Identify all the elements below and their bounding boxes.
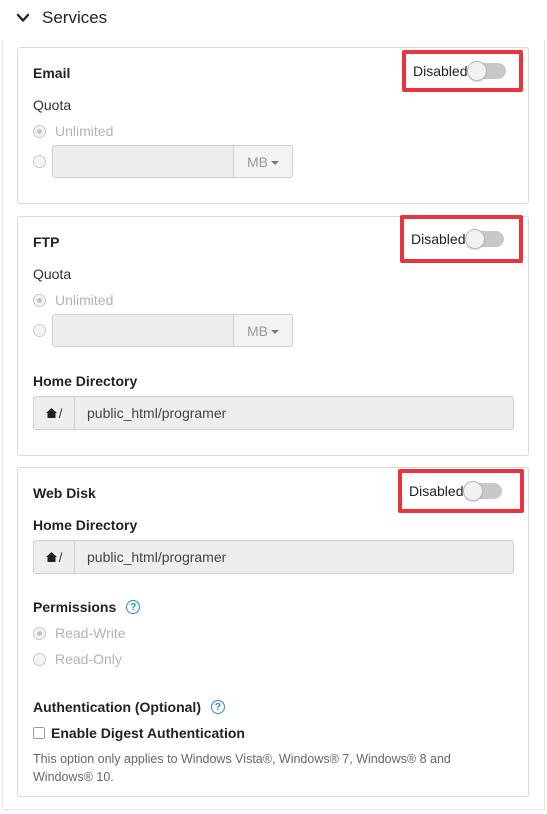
- section-title: Services: [42, 8, 108, 27]
- webdisk-home-dir-input[interactable]: public_html/programer: [75, 540, 514, 574]
- webdisk-home-prefix: /: [58, 549, 63, 565]
- email-custom-quota-radio[interactable]: [33, 155, 46, 168]
- services-section-header[interactable]: Services: [16, 6, 107, 30]
- home-icon: [45, 552, 57, 562]
- ftp-home-dir-input[interactable]: public_html/programer: [75, 396, 514, 430]
- chevron-down-icon: [16, 13, 30, 22]
- email-toggle-highlight: Disabled: [402, 50, 523, 92]
- webdisk-toggle-switch[interactable]: [463, 481, 503, 501]
- ftp-panel: FTP Disabled Quota Unlimited MB Home Dir…: [17, 215, 529, 456]
- permissions-heading: Permissions ?: [33, 599, 141, 615]
- ftp-toggle-label: Disabled: [411, 231, 466, 247]
- ftp-unlimited-radio[interactable]: [33, 293, 46, 307]
- home-icon: [45, 408, 57, 418]
- read-only-label: Read-Only: [55, 651, 122, 667]
- read-only-radio[interactable]: [33, 652, 46, 666]
- email-unit-dropdown[interactable]: MB: [234, 145, 293, 178]
- read-write-label: Read-Write: [55, 625, 126, 641]
- ftp-unit-label: MB: [247, 322, 268, 339]
- ftp-toggle-switch[interactable]: [465, 229, 505, 249]
- webdisk-home-addon: /: [33, 540, 75, 574]
- read-write-option[interactable]: Read-Write: [33, 625, 126, 641]
- email-unlimited-label: Unlimited: [55, 123, 114, 139]
- webdisk-toggle-highlight: Disabled: [398, 469, 524, 513]
- ftp-quota-label: Quota: [33, 266, 72, 282]
- toggle-knob: [467, 61, 488, 81]
- email-quota-label: Quota: [33, 97, 72, 113]
- ftp-home-dir: / public_html/programer: [33, 396, 514, 430]
- ftp-toggle-highlight: Disabled: [400, 215, 523, 263]
- permissions-label: Permissions: [33, 599, 117, 615]
- email-unlimited-radio[interactable]: [33, 124, 46, 138]
- email-toggle-switch[interactable]: [467, 61, 507, 81]
- ftp-home-dir-label: Home Directory: [33, 373, 138, 389]
- email-title: Email: [33, 65, 71, 81]
- toggle-knob: [463, 481, 484, 501]
- ftp-home-prefix: /: [58, 405, 63, 421]
- read-only-option[interactable]: Read-Only: [33, 651, 122, 667]
- email-unlimited-option[interactable]: Unlimited: [33, 123, 113, 139]
- webdisk-toggle-label: Disabled: [409, 483, 464, 499]
- ftp-unlimited-label: Unlimited: [55, 292, 114, 308]
- toggle-knob: [465, 229, 486, 249]
- ftp-custom-quota: MB: [33, 314, 293, 347]
- webdisk-title: Web Disk: [33, 485, 96, 501]
- digest-auth-option[interactable]: Enable Digest Authentication: [33, 725, 245, 741]
- digest-auth-checkbox[interactable]: [33, 727, 45, 739]
- question-circle-icon[interactable]: ?: [126, 600, 141, 614]
- ftp-unit-dropdown[interactable]: MB: [234, 314, 293, 347]
- webdisk-panel: Web Disk Disabled Home Directory / publi…: [17, 467, 529, 797]
- email-panel: Email Disabled Quota Unlimited MB: [17, 47, 529, 204]
- windows-note: This option only applies to Windows Vist…: [33, 752, 451, 784]
- ftp-home-addon: /: [33, 396, 75, 430]
- email-quota-input[interactable]: [52, 145, 234, 178]
- email-unit-label: MB: [247, 153, 268, 170]
- question-circle-icon[interactable]: ?: [210, 700, 225, 714]
- ftp-title: FTP: [33, 234, 60, 250]
- ftp-custom-quota-radio[interactable]: [33, 324, 46, 337]
- email-toggle-label: Disabled: [413, 63, 468, 79]
- authentication-label: Authentication (Optional): [33, 699, 201, 715]
- webdisk-home-dir-label: Home Directory: [33, 517, 138, 533]
- digest-auth-label: Enable Digest Authentication: [51, 725, 245, 741]
- read-write-radio[interactable]: [33, 626, 46, 640]
- webdisk-home-dir: / public_html/programer: [33, 540, 514, 574]
- authentication-heading: Authentication (Optional) ?: [33, 699, 225, 715]
- ftp-quota-input[interactable]: [52, 314, 234, 347]
- ftp-unlimited-option[interactable]: Unlimited: [33, 292, 113, 308]
- caret-down-icon: [271, 329, 279, 334]
- email-custom-quota: MB: [33, 145, 293, 178]
- caret-down-icon: [271, 160, 279, 165]
